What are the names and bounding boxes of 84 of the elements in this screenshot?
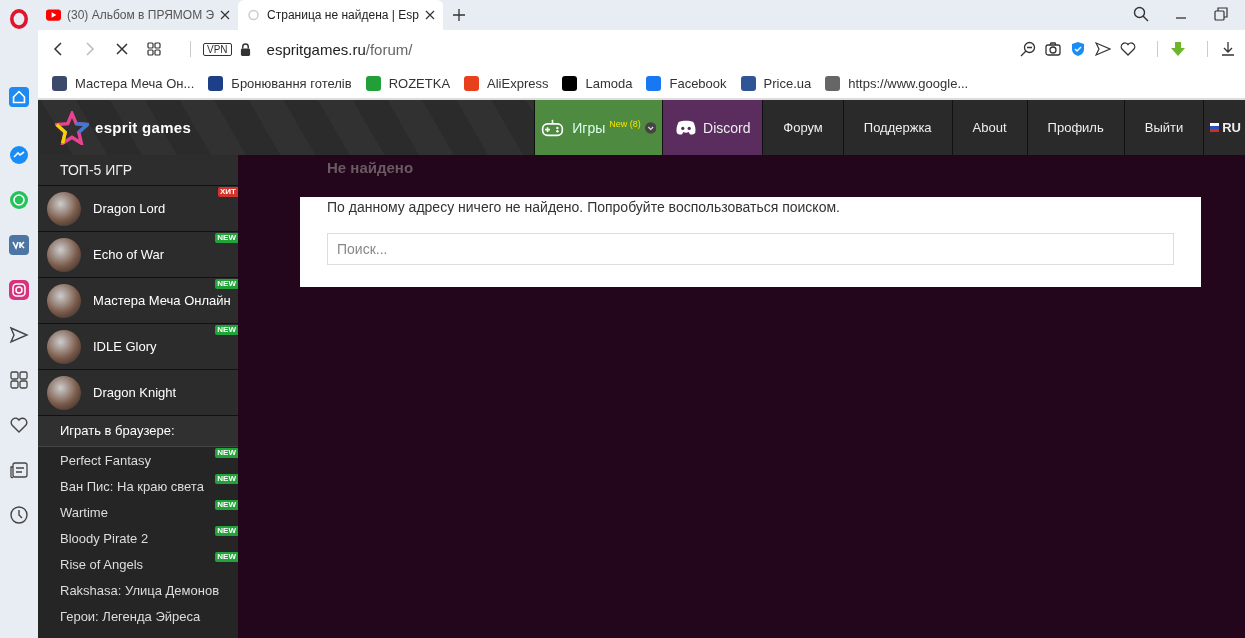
- gamepad-icon: [541, 117, 565, 138]
- bookmark-link[interactable]: Мастера Меча Он...: [52, 75, 195, 91]
- grid-icon[interactable]: [9, 370, 29, 390]
- new-count-label: New (8): [609, 119, 641, 129]
- not-found-message: По данному адресу ничего не найдено. Попробуйте воспользоваться поиском.: [327, 199, 841, 215]
- stop-icon[interactable]: [114, 41, 130, 57]
- section-heading: Играть в браузере:: [38, 415, 238, 447]
- heart-icon[interactable]: [1120, 41, 1136, 57]
- chevron-down-icon: [644, 121, 657, 134]
- new-tab-icon[interactable]: [452, 9, 465, 21]
- game-avatar: [47, 191, 81, 226]
- bookmark-link[interactable]: Price.ua: [740, 75, 812, 91]
- bookmark-link[interactable]: Facebook: [646, 75, 727, 91]
- game-avatar: [47, 283, 81, 318]
- bookmark-link[interactable]: AliExpress: [464, 75, 549, 91]
- clock-icon[interactable]: [9, 505, 29, 525]
- restore-icon[interactable]: [1213, 6, 1229, 22]
- games-menu-button[interactable]: Игры $^{New (8)}$: [534, 100, 663, 155]
- game-link[interactable]: NEW Ван Пис: На краю света: [38, 473, 238, 499]
- game-item[interactable]: ХИТ Dragon Lord: [38, 185, 238, 231]
- game-item[interactable]: NEW Мастера Меча Онлайн: [38, 277, 238, 323]
- russian-flag-icon: [1210, 123, 1220, 132]
- nav-link[interactable]: Форум: [762, 100, 843, 155]
- game-link[interactable]: NEW Rise of Angels: [38, 551, 238, 577]
- game-avatar: [47, 329, 81, 364]
- address-field[interactable]: espritgames.ru/forum/: [266, 40, 413, 58]
- new-badge: NEW: [215, 233, 238, 243]
- new-badge: NEW: [215, 279, 238, 289]
- bookmark-link[interactable]: https://www.google...: [825, 75, 969, 91]
- search-icon[interactable]: [1133, 6, 1149, 22]
- section-heading: ТОП-5 ИГР: [38, 155, 238, 185]
- game-link[interactable]: NEW Wartime: [38, 499, 238, 525]
- nav-link[interactable]: Поддержка: [842, 100, 952, 155]
- heart-icon[interactable]: [9, 415, 29, 435]
- close-icon[interactable]: [424, 10, 435, 20]
- download-icon[interactable]: [1220, 41, 1236, 57]
- game-avatar: [47, 375, 81, 410]
- tabs-grid-icon[interactable]: [146, 41, 162, 57]
- shield-icon[interactable]: [1070, 41, 1086, 57]
- site-logo[interactable]: esprit games: [38, 100, 192, 155]
- loading-spinner-icon: [246, 9, 262, 21]
- close-icon[interactable]: [220, 10, 231, 20]
- new-badge: NEW: [215, 526, 238, 536]
- bookmark-link[interactable]: Lamoda: [562, 75, 633, 91]
- star-logo-icon: [55, 110, 89, 145]
- search-field[interactable]: Поиск...: [327, 233, 1174, 265]
- nav-link[interactable]: Выйти: [1123, 100, 1204, 155]
- nav-link[interactable]: About: [951, 100, 1027, 155]
- messenger-icon[interactable]: [9, 145, 29, 165]
- zoom-out-icon[interactable]: [1020, 41, 1036, 57]
- game-item[interactable]: NEW Echo of War: [38, 231, 238, 277]
- new-badge: NEW: [215, 325, 238, 335]
- browser-tab[interactable]: Страница не найдена | Esp: [238, 0, 443, 30]
- lock-icon: [239, 42, 251, 56]
- browser-tab[interactable]: (30) Альбом в ПРЯМОМ Э: [38, 0, 239, 30]
- home-icon[interactable]: [9, 87, 29, 107]
- send-icon[interactable]: [1095, 41, 1111, 57]
- discord-button[interactable]: Discord: [662, 100, 763, 155]
- bookmark-link[interactable]: Бронювання готелів: [208, 75, 352, 91]
- new-badge: NEW: [215, 500, 238, 510]
- camera-icon[interactable]: [1045, 41, 1061, 57]
- game-link[interactable]: NEW Perfect Fantasy: [38, 447, 238, 473]
- game-avatar: [47, 237, 81, 272]
- discord-icon: [675, 119, 698, 136]
- bookmark-link[interactable]: ROZETKA: [365, 75, 451, 91]
- game-link[interactable]: Rakshasa: Улица Демонов: [38, 577, 238, 603]
- hit-badge: ХИТ: [218, 187, 238, 197]
- opera-logo-icon[interactable]: [10, 9, 28, 29]
- instagram-icon[interactable]: [9, 280, 29, 300]
- new-badge: NEW: [215, 474, 238, 484]
- page-title: Не найдено: [326, 158, 415, 178]
- language-button[interactable]: RU: [1203, 100, 1245, 155]
- game-item[interactable]: NEW IDLE Glory: [38, 323, 238, 369]
- new-badge: NEW: [215, 552, 238, 562]
- game-item[interactable]: Dragon Knight: [38, 369, 238, 415]
- news-icon[interactable]: [9, 460, 29, 480]
- game-link[interactable]: NEW Bloody Pirate 2: [38, 525, 238, 551]
- nav-link[interactable]: Профиль: [1026, 100, 1124, 155]
- game-link[interactable]: Герои: Легенда Эйреса: [38, 603, 238, 629]
- video-play-icon: [46, 9, 61, 21]
- send-icon[interactable]: [9, 325, 29, 345]
- vpn-badge[interactable]: VPN: [203, 42, 232, 56]
- new-badge: NEW: [215, 448, 238, 458]
- vk-icon[interactable]: [9, 235, 29, 255]
